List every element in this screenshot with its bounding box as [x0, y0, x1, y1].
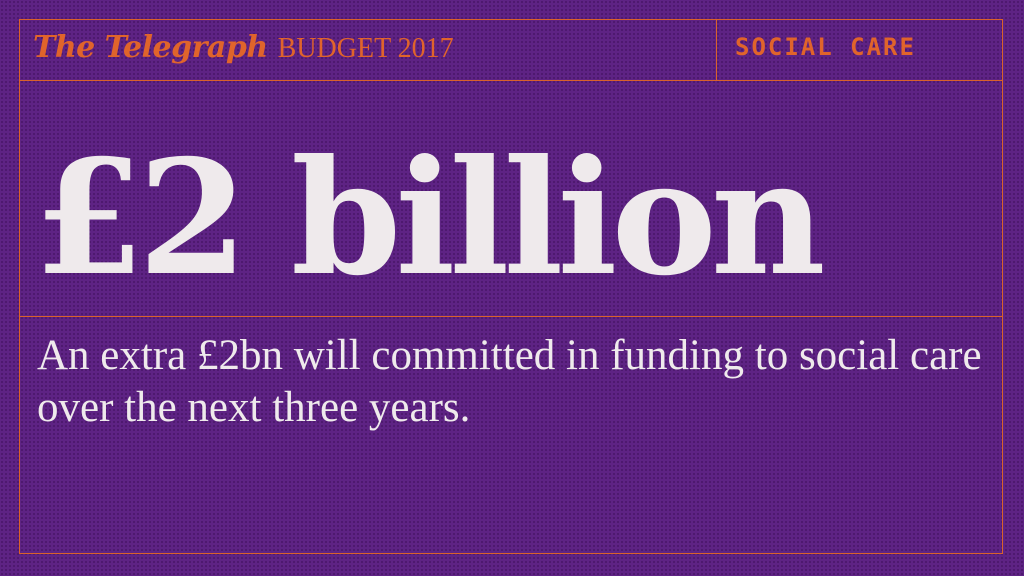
- headline-divider: [19, 316, 1003, 317]
- body-text: An extra £2bn will committed in funding …: [37, 332, 982, 431]
- section-divider: [716, 19, 717, 81]
- headline-figure: £2 billion: [34, 126, 826, 311]
- budget-edition-label: BUDGET 2017: [277, 33, 454, 64]
- header-divider: [19, 80, 1003, 81]
- masthead: The Telegraph BUDGET 2017: [33, 30, 454, 70]
- section-label: SOCIAL CARE: [735, 33, 916, 61]
- telegraph-logo: The Telegraph: [33, 30, 268, 65]
